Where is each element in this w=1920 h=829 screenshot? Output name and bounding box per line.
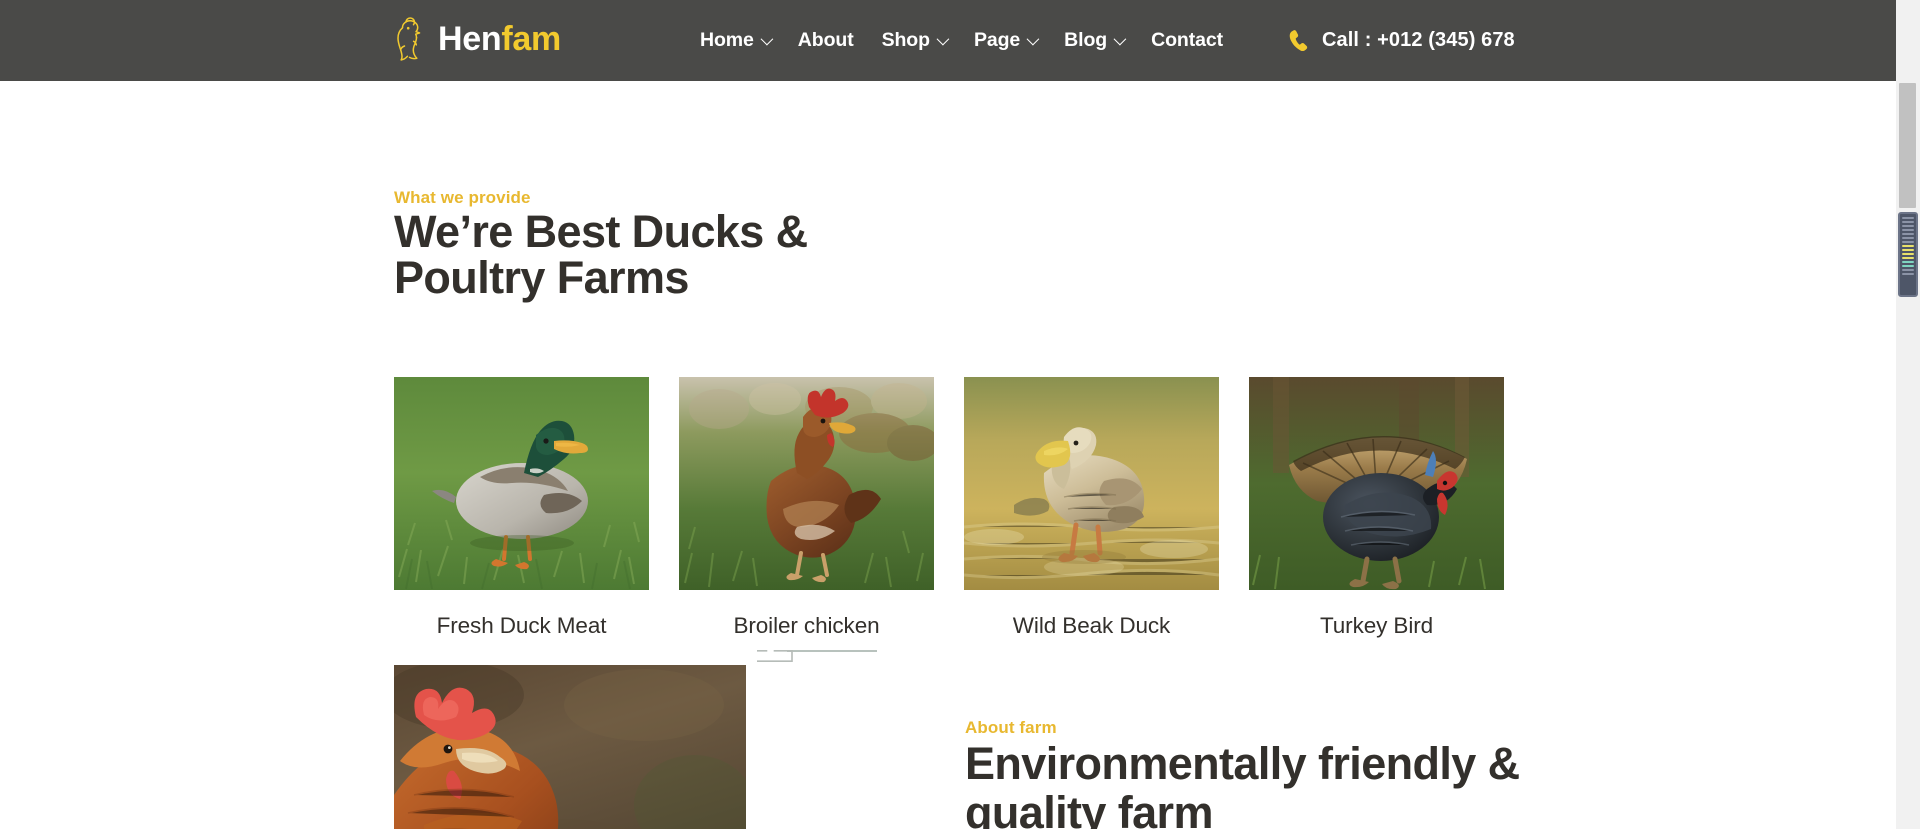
nav-item-home[interactable]: Home — [686, 29, 784, 52]
nav-label: Shop — [881, 29, 930, 51]
brown-broiler-chicken-on-grass-photo — [679, 377, 934, 590]
chicken-outline-icon — [393, 16, 427, 62]
overview-line — [1902, 237, 1914, 239]
nav-label: About — [797, 29, 854, 51]
nav-item-page[interactable]: Page — [960, 29, 1050, 52]
poultry-watermark-text: Poultry — [757, 650, 877, 829]
phone-icon — [1288, 29, 1310, 53]
chevron-down-icon — [1113, 32, 1127, 46]
brand-wordmark: Henfam — [438, 22, 561, 56]
nav-item-blog[interactable]: Blog — [1050, 29, 1137, 52]
overview-line — [1902, 233, 1914, 235]
product-caption: Broiler chicken — [733, 613, 880, 638]
main-navigation: Home About Shop Page Blog Contact — [686, 0, 1237, 81]
product-card[interactable]: Fresh Duck Meat — [394, 377, 649, 639]
overview-line — [1902, 265, 1914, 267]
chevron-down-icon — [936, 32, 950, 46]
about-section-eyebrow: About farm — [965, 718, 1057, 737]
scrollbar-thumb[interactable] — [1899, 83, 1916, 208]
provide-section-eyebrow: What we provide — [394, 188, 531, 207]
mallard-duck-on-grass-photo — [394, 377, 649, 590]
overview-line — [1902, 229, 1914, 231]
page-overview-widget[interactable] — [1898, 212, 1918, 297]
about-farm-section: Poultry — [0, 640, 1896, 829]
brand-text-fam: fam — [501, 20, 561, 58]
product-caption: Wild Beak Duck — [1012, 613, 1171, 638]
overview-line — [1902, 261, 1914, 263]
turkey-bird-fanned-tail-photo — [1249, 377, 1504, 590]
overview-line — [1902, 241, 1914, 243]
product-caption: Fresh Duck Meat — [436, 613, 607, 638]
nav-item-about[interactable]: About — [784, 29, 868, 52]
nav-label: Contact — [1151, 29, 1223, 51]
overview-line — [1902, 273, 1914, 275]
red-hen-closeup-photo — [394, 665, 746, 829]
header-inner: Henfam Home About Shop Page Blog Contact… — [0, 0, 1896, 81]
header-call-link[interactable]: Call : +012 (345) 678 — [1288, 0, 1515, 81]
header-call-label: Call : +012 (345) 678 — [1322, 29, 1515, 51]
nav-item-shop[interactable]: Shop — [868, 29, 960, 52]
nav-label: Page — [973, 29, 1021, 51]
chevron-down-icon — [1026, 32, 1040, 46]
product-card[interactable]: Wild Beak Duck — [964, 377, 1219, 639]
overview-line — [1902, 221, 1914, 223]
chevron-down-icon — [760, 32, 774, 46]
watermark-word: Poultry — [757, 650, 809, 667]
overview-line — [1902, 269, 1914, 271]
browser-viewport: Henfam Home About Shop Page Blog Contact… — [0, 0, 1896, 829]
page-root: Henfam Home About Shop Page Blog Contact… — [0, 0, 1920, 829]
overview-line — [1902, 225, 1914, 227]
nav-label: Home — [700, 29, 754, 51]
product-card[interactable]: Broiler chicken — [679, 377, 934, 639]
overview-line — [1902, 257, 1914, 259]
site-header: Henfam Home About Shop Page Blog Contact… — [0, 0, 1896, 81]
overview-line — [1902, 253, 1914, 255]
wild-goose-preening-in-water-photo — [964, 377, 1219, 590]
about-section-title: Environmentally friendly & quality farm — [965, 738, 1520, 829]
product-card-grid: Fresh Duck Meat Broiler chicken Wild Bea… — [394, 377, 1504, 639]
brand-text-hen: Hen — [438, 20, 502, 58]
product-card[interactable]: Turkey Bird — [1249, 377, 1504, 639]
provide-section-title: We’re Best Ducks & Poultry Farms — [394, 206, 808, 303]
nav-label: Blog — [1064, 29, 1108, 51]
overview-line — [1902, 217, 1914, 219]
nav-item-contact[interactable]: Contact — [1137, 29, 1237, 52]
brand-logo-link[interactable]: Henfam — [393, 16, 561, 62]
product-caption: Turkey Bird — [1319, 613, 1434, 638]
overview-line — [1902, 245, 1914, 247]
overview-line — [1902, 249, 1914, 251]
vertical-scrollbar[interactable] — [1896, 0, 1920, 829]
